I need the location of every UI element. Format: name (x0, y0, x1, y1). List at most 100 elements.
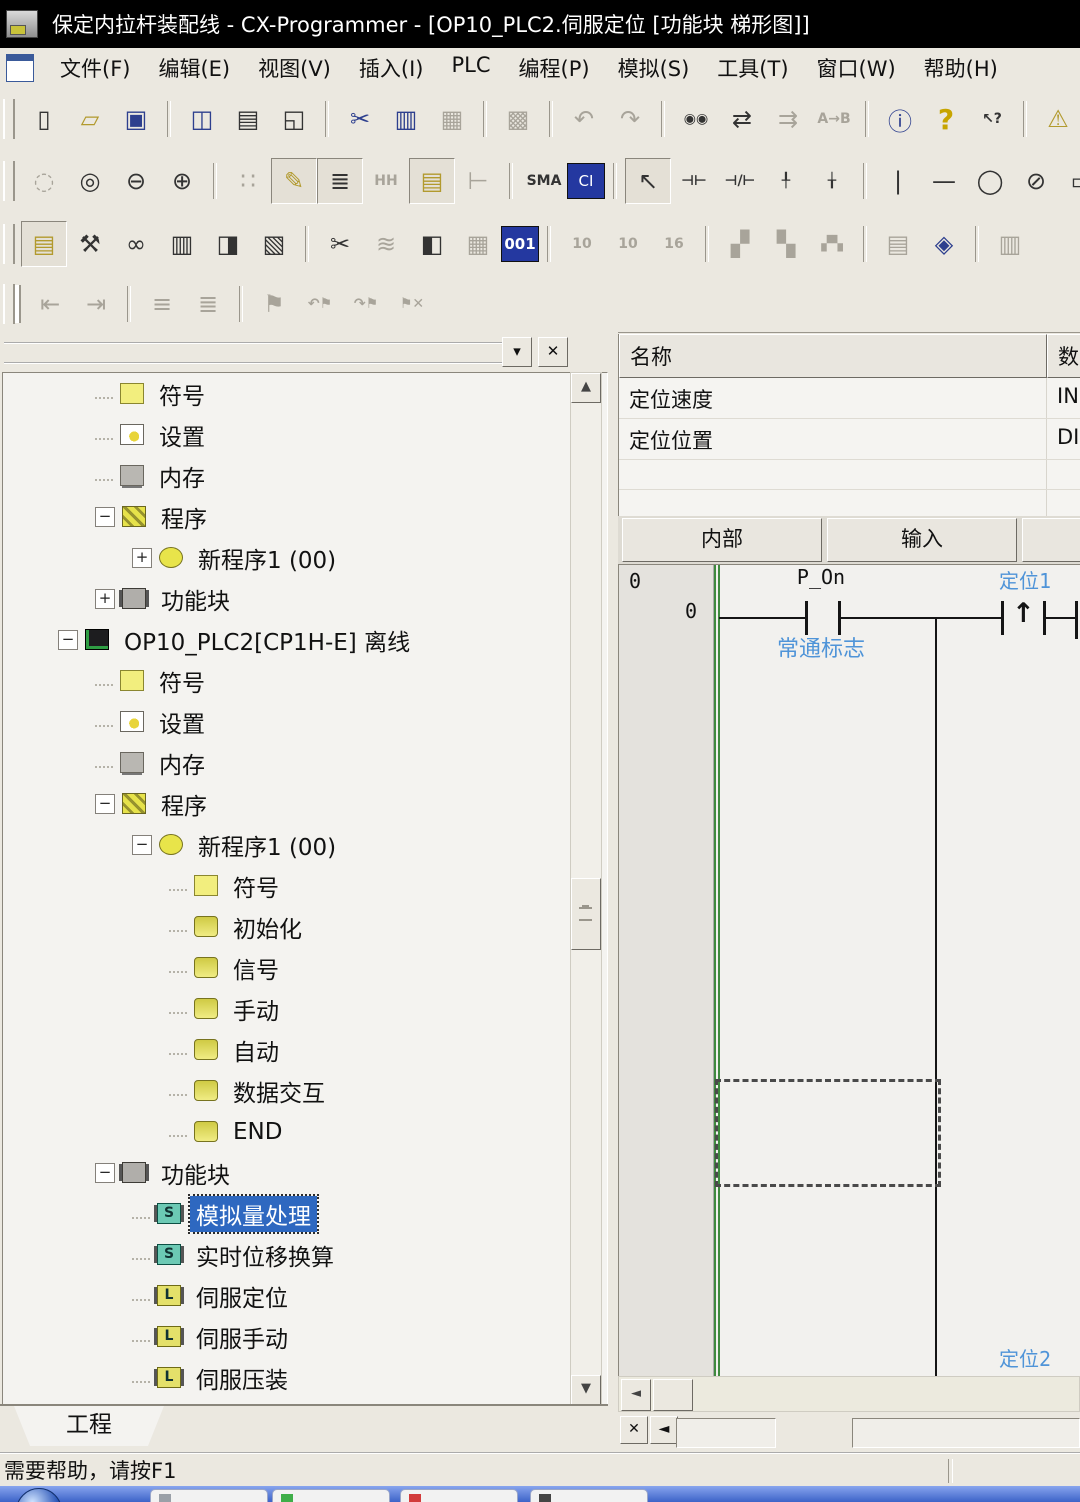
zoom-in-button[interactable]: ⊕ (159, 158, 205, 204)
tree-item-初始化[interactable]: 初始化 (227, 909, 308, 945)
change-model-button[interactable]: ◫ (179, 96, 225, 142)
menu-编程(P)[interactable]: 编程(P) (505, 49, 604, 87)
replace-button[interactable]: ⇄ (719, 96, 765, 142)
new-contact-button[interactable]: ⊣⊢ (671, 158, 717, 204)
menu-窗口(W)[interactable]: 窗口(W) (803, 49, 910, 87)
show-rung-annotations-button[interactable]: ≣ (317, 158, 363, 204)
taskbar-button[interactable] (400, 1489, 518, 1502)
tree-item-伺服定位[interactable]: 伺服定位 (190, 1278, 294, 1314)
column-name[interactable]: 名称 (619, 334, 1047, 378)
tree-item-伺服手动[interactable]: 伺服手动 (190, 1319, 294, 1355)
wrap-rungs-button[interactable]: ▤ (409, 158, 455, 204)
context-help-button[interactable]: ↖? (969, 96, 1015, 142)
output-window-button[interactable]: ⚒ (67, 221, 113, 267)
toolbar-grip[interactable] (3, 224, 15, 264)
menu-文件(F)[interactable]: 文件(F) (46, 49, 144, 87)
collapse-expander-icon[interactable]: − (95, 1163, 115, 1183)
ladder-hscrollbar[interactable]: ◄ (618, 1376, 1080, 1412)
new-instruction-button[interactable]: ▭ (1059, 158, 1080, 204)
collapse-expander-icon[interactable]: − (132, 835, 152, 855)
tree-item-数据交互[interactable]: 数据交互 (227, 1073, 331, 1109)
vertical-line-button[interactable]: | (875, 158, 921, 204)
fb-parts-button[interactable]: ✂ (317, 221, 363, 267)
workspace-drag-grip[interactable] (4, 342, 524, 364)
tree-item-符号[interactable]: 符号 (153, 376, 211, 412)
help-topics-button[interactable]: ? (923, 96, 969, 142)
child-window-icon[interactable] (6, 54, 34, 82)
ladder-editor[interactable]: 0 0 P_On 常通标志 ↑ 定位1 定位2 (618, 564, 1080, 1377)
tab-project[interactable]: 工程 (14, 1406, 164, 1446)
find-button[interactable]: ◉◉ (673, 96, 719, 142)
tree-item-内存[interactable]: 内存 (153, 745, 211, 781)
cross-reference-button[interactable]: ▥ (159, 221, 205, 267)
workspace-close-button[interactable]: ✕ (538, 337, 568, 367)
tree-scrollbar[interactable]: ▲ ▼ (570, 372, 602, 1406)
taskbar-button[interactable] (530, 1489, 648, 1502)
var-tab-内部[interactable]: 内部 (622, 518, 822, 562)
expand-expander-icon[interactable]: + (95, 589, 115, 609)
menu-帮助(H)[interactable]: 帮助(H) (910, 49, 1012, 87)
toolbar-grip[interactable] (3, 161, 15, 201)
new-file-button[interactable]: ▯ (21, 96, 67, 142)
coil1-label[interactable]: 定位1 (975, 565, 1075, 594)
collapse-pane-button[interactable]: ◄ (650, 1416, 678, 1444)
tree-item-内存[interactable]: 内存 (153, 458, 211, 494)
io-binary-dialog-button[interactable]: 001 (501, 226, 539, 262)
io-comment-view-button[interactable]: CI (567, 163, 605, 199)
tree-item-手动[interactable]: 手动 (227, 991, 285, 1027)
menu-插入(I)[interactable]: 插入(I) (345, 49, 438, 87)
work-online-simulator-button[interactable]: ◈ (921, 221, 967, 267)
collapse-expander-icon[interactable]: − (58, 630, 78, 650)
tree-item-实时位移换算[interactable]: 实时位移换算 (190, 1237, 340, 1273)
tree-item-程序[interactable]: 程序 (155, 499, 213, 535)
new-or-contact-button[interactable]: ╀ (763, 158, 809, 204)
column-datatype[interactable]: 数 (1047, 334, 1080, 378)
tree-item-新程序1 (00)[interactable]: 新程序1 (00) (192, 827, 342, 863)
collapse-expander-icon[interactable]: − (95, 507, 115, 527)
var-tab-partial[interactable] (1022, 518, 1080, 562)
address-reference-button[interactable]: ◨ (205, 221, 251, 267)
about-button[interactable]: ⓘ (877, 96, 923, 142)
contact-name-label[interactable]: P_On (765, 565, 877, 589)
variable-row[interactable]: 定位位置DI (619, 419, 1080, 460)
tree-item-符号[interactable]: 符号 (227, 868, 285, 904)
tree-item-功能块[interactable]: 功能块 (155, 1155, 236, 1191)
variable-row[interactable]: 定位速度IN (619, 378, 1080, 419)
select-mode-button[interactable]: ↖ (625, 158, 671, 204)
variable-row[interactable] (619, 490, 1080, 518)
new-coil-button[interactable]: ◯ (967, 158, 1013, 204)
new-or-closed-contact-button[interactable]: ╁ (809, 158, 855, 204)
workspace-menu-button[interactable]: ▾ (502, 337, 532, 367)
menu-工具(T)[interactable]: 工具(T) (703, 49, 802, 87)
tree-item-信号[interactable]: 信号 (227, 950, 285, 986)
save-button[interactable]: ▣ (113, 96, 159, 142)
taskbar-button[interactable] (272, 1489, 390, 1502)
start-button[interactable] (16, 1488, 62, 1502)
menu-模拟(S)[interactable]: 模拟(S) (604, 49, 704, 87)
edge-partial-button[interactable]: ⚠ (1035, 96, 1080, 142)
tree-item-程序[interactable]: 程序 (155, 786, 213, 822)
tree-item-伺服压装[interactable]: 伺服压装 (190, 1360, 294, 1396)
variable-row[interactable] (619, 460, 1080, 490)
tree-item-设置[interactable]: 设置 (153, 417, 211, 453)
show-comments-button[interactable]: ✎ (271, 158, 317, 204)
horizontal-line-button[interactable]: — (921, 158, 967, 204)
project-window-button[interactable]: ▤ (21, 221, 67, 267)
new-closed-contact-button[interactable]: ⊣/⊢ (717, 158, 763, 204)
pane-splitter[interactable] (608, 332, 618, 1452)
scroll-left-button[interactable]: ◄ (621, 1379, 651, 1411)
tree-item-设置[interactable]: 设置 (153, 704, 211, 740)
print-preview-button[interactable]: ◱ (271, 96, 317, 142)
collapse-expander-icon[interactable]: − (95, 794, 115, 814)
tree-item-符号[interactable]: 符号 (153, 663, 211, 699)
zoom-out-button[interactable]: ⊖ (113, 158, 159, 204)
print-button[interactable]: ▤ (225, 96, 271, 142)
tree-item-自动[interactable]: 自动 (227, 1032, 285, 1068)
scrollbar-thumb[interactable] (571, 878, 601, 950)
open-file-button[interactable]: ▱ (67, 96, 113, 142)
hscrollbar-thumb[interactable] (653, 1379, 693, 1411)
toolbar-grip[interactable] (3, 99, 15, 139)
cut-button[interactable]: ✂ (337, 96, 383, 142)
menu-视图(V)[interactable]: 视图(V) (244, 49, 345, 87)
watch-window-button[interactable]: ∞ (113, 221, 159, 267)
